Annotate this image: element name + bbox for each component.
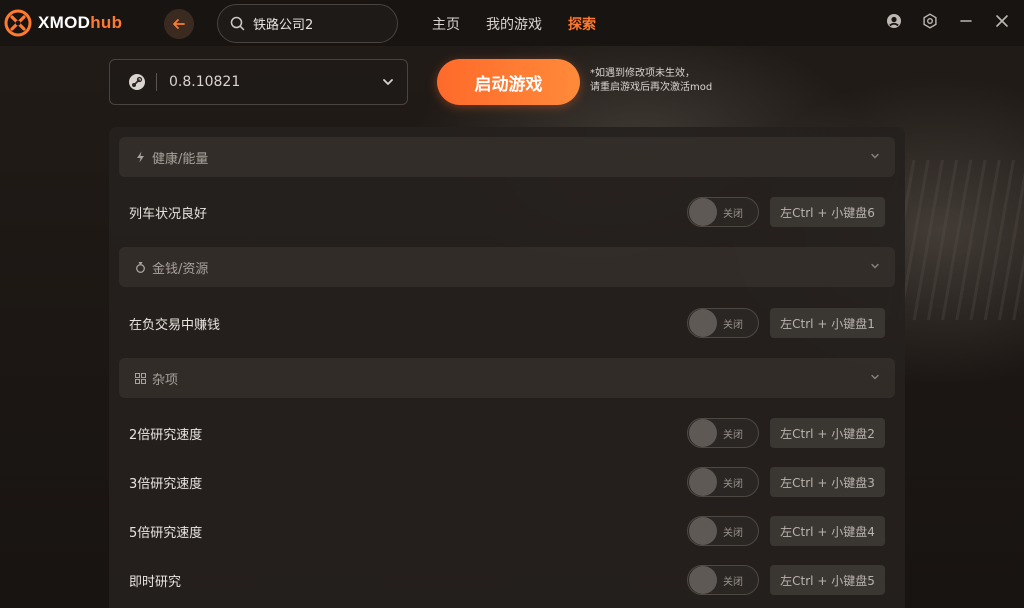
toggle-text: 关闭	[723, 429, 743, 441]
section-money-resources[interactable]: 金钱/资源	[119, 247, 895, 287]
top-bar: XMODhub 主页 我的游戏 探索	[0, 0, 1024, 46]
mod-label: 2倍研究速度	[129, 427, 203, 443]
nav-home[interactable]: 主页	[432, 14, 460, 34]
launch-game-button[interactable]: 启动游戏	[437, 59, 580, 105]
mod-panel: 健康/能量 列车状况良好 关闭 左Ctrl + 小键盘6 金钱/资源 在负交易中…	[109, 127, 905, 608]
hotkey-badge[interactable]: 左Ctrl + 小键盘4	[770, 516, 885, 546]
search-input[interactable]	[253, 16, 383, 31]
chevron-down-icon	[871, 374, 879, 380]
toggle-knob	[689, 419, 717, 447]
hotkey-badge[interactable]: 左Ctrl + 小键盘3	[770, 467, 885, 497]
rails-art	[884, 160, 1024, 320]
chevron-down-icon	[871, 263, 879, 269]
toggle-text: 关闭	[723, 527, 743, 539]
mod-row: 即时研究 关闭 左Ctrl + 小键盘5	[109, 560, 905, 600]
section-title: 金钱/资源	[152, 261, 209, 277]
back-button[interactable]	[164, 9, 194, 39]
toggle-knob	[689, 468, 717, 496]
search-box[interactable]	[217, 4, 398, 43]
toggle-text: 关闭	[723, 478, 743, 490]
settings-icon[interactable]	[922, 13, 938, 29]
launch-note: *如遇到修改项未生效， 请重启游戏后再次激活mod	[590, 68, 713, 93]
minimize-icon[interactable]	[958, 13, 974, 29]
mod-row: 2倍研究速度 关闭 左Ctrl + 小键盘2	[109, 413, 905, 453]
mod-toggle[interactable]: 关闭	[687, 467, 759, 497]
steam-icon	[129, 74, 145, 90]
hotkey-badge[interactable]: 左Ctrl + 小键盘6	[770, 197, 885, 227]
section-health-energy[interactable]: 健康/能量	[119, 137, 895, 177]
section-title: 健康/能量	[152, 151, 209, 167]
version-select[interactable]: 0.8.10821	[109, 59, 408, 105]
mod-label: 5倍研究速度	[129, 525, 203, 541]
mod-label: 即时研究	[129, 574, 182, 590]
toggle-knob	[689, 198, 717, 226]
mod-label: 列车状况良好	[129, 206, 208, 222]
mod-toggle[interactable]: 关闭	[687, 516, 759, 546]
hotkey-badge[interactable]: 左Ctrl + 小键盘1	[770, 308, 885, 338]
chevron-down-icon	[383, 79, 393, 85]
mod-toggle[interactable]: 关闭	[687, 418, 759, 448]
hotkey-badge[interactable]: 左Ctrl + 小键盘5	[770, 565, 885, 595]
mod-label: 在负交易中赚钱	[129, 317, 221, 333]
xmod-logo-icon	[4, 9, 32, 37]
arrow-left-icon	[173, 19, 185, 29]
mod-row: 5倍研究速度 关闭 左Ctrl + 小键盘4	[109, 511, 905, 551]
chevron-down-icon	[871, 153, 879, 159]
main-nav: 主页 我的游戏 探索	[432, 14, 596, 34]
hotkey-badge[interactable]: 左Ctrl + 小键盘2	[770, 418, 885, 448]
mod-toggle[interactable]: 关闭	[687, 197, 759, 227]
money-bag-icon	[136, 262, 145, 273]
close-icon[interactable]	[994, 13, 1010, 29]
toggle-knob	[689, 309, 717, 337]
mod-row: 列车状况良好 关闭 左Ctrl + 小键盘6	[109, 192, 905, 232]
search-icon	[230, 16, 245, 31]
mod-toggle[interactable]: 关闭	[687, 308, 759, 338]
app-name: XMODhub	[38, 13, 123, 32]
version-value: 0.8.10821	[169, 74, 241, 90]
toggle-text: 关闭	[723, 208, 743, 220]
window-controls	[886, 13, 1010, 29]
nav-explore[interactable]: 探索	[568, 14, 596, 34]
section-misc[interactable]: 杂项	[119, 358, 895, 398]
nav-my-games[interactable]: 我的游戏	[486, 14, 542, 34]
lightning-icon	[137, 151, 144, 163]
app-logo[interactable]: XMODhub	[4, 9, 122, 37]
toggle-text: 关闭	[723, 576, 743, 588]
mod-row: 在负交易中赚钱 关闭 左Ctrl + 小键盘1	[109, 303, 905, 343]
mod-label: 3倍研究速度	[129, 476, 203, 492]
divider	[156, 73, 157, 91]
mod-row: 3倍研究速度 关闭 左Ctrl + 小键盘3	[109, 462, 905, 502]
grid-icon	[135, 372, 146, 384]
toggle-knob	[689, 517, 717, 545]
toggle-knob	[689, 566, 717, 594]
section-title: 杂项	[152, 372, 179, 388]
user-icon[interactable]	[886, 13, 902, 29]
toggle-text: 关闭	[723, 319, 743, 331]
mod-toggle[interactable]: 关闭	[687, 565, 759, 595]
